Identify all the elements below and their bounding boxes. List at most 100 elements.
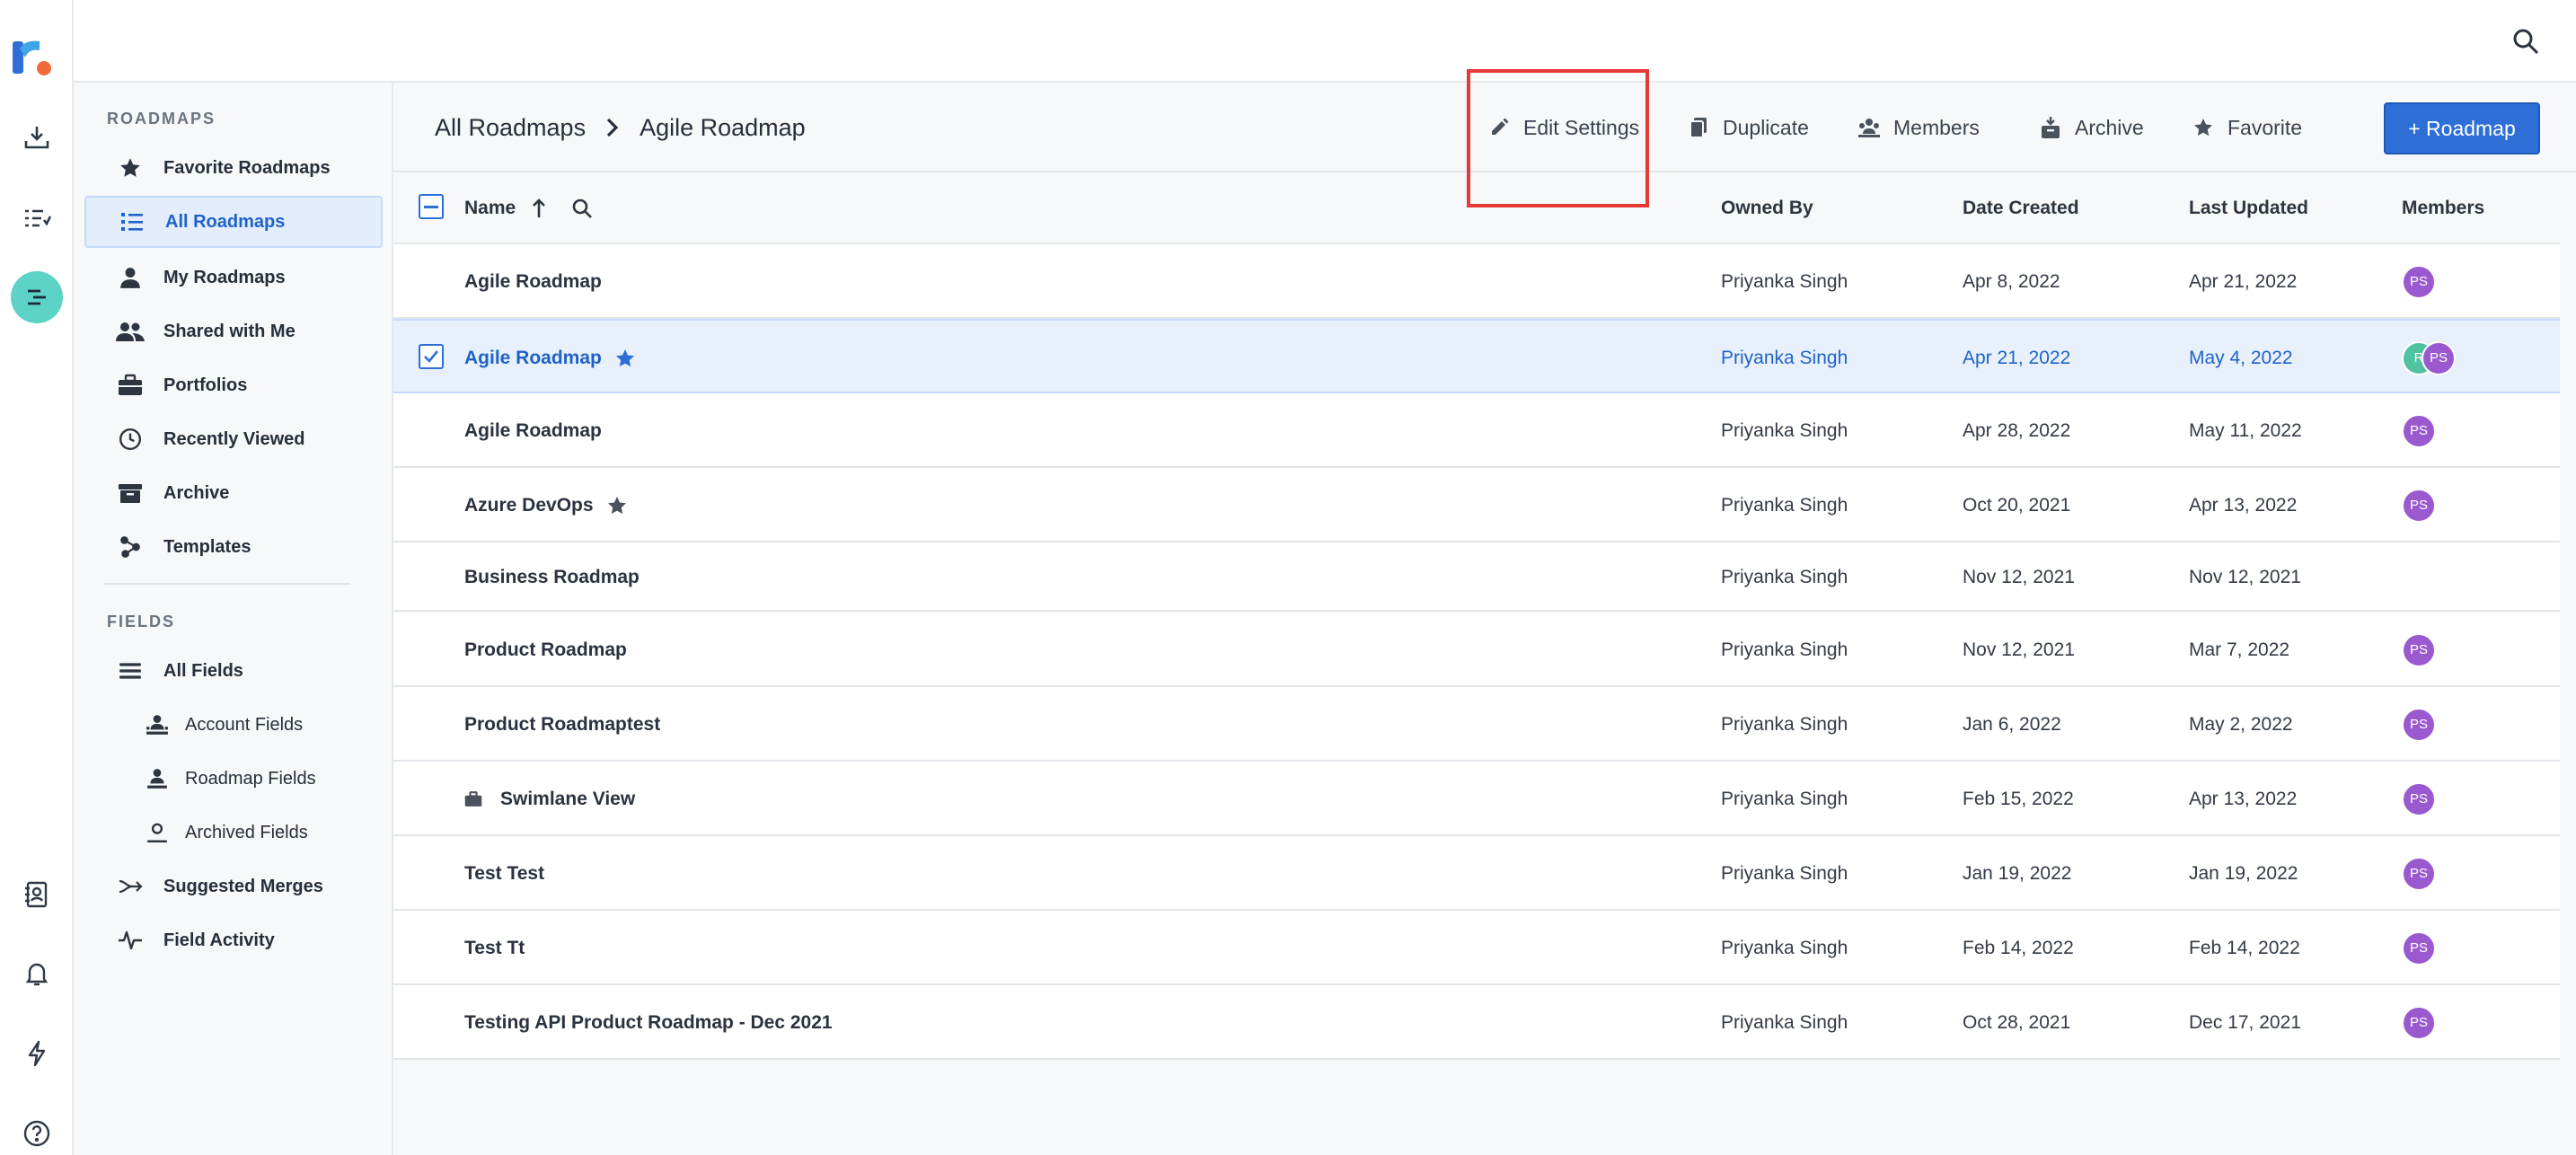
roadmap-name-link[interactable]: Testing API Product Roadmap - Dec 2021	[464, 1012, 833, 1034]
list-check-icon[interactable]	[11, 192, 63, 244]
template-nodes-icon	[115, 532, 146, 562]
favorite-button[interactable]: Favorite	[2192, 108, 2302, 147]
sidebar-item-suggested-merges[interactable]: Suggested Merges	[84, 860, 383, 913]
cell-owner: Priyanka Singh	[1721, 494, 1848, 516]
table-row[interactable]: Azure DevOps Priyanka Singh Oct 20, 2021 Ap…	[393, 468, 2560, 542]
lightning-icon[interactable]	[11, 1027, 63, 1080]
avatar[interactable]: PS	[2402, 856, 2436, 891]
download-icon[interactable]	[11, 111, 63, 163]
sidebar-item-field-activity[interactable]: Field Activity	[84, 914, 383, 966]
sidebar-item-roadmap-fields[interactable]: Roadmap Fields	[84, 753, 383, 805]
clock-icon	[115, 424, 146, 454]
cell-last-updated: Apr 13, 2022	[2189, 494, 2298, 516]
bell-icon[interactable]	[11, 948, 63, 1000]
sidebar-item-label: All Roadmaps	[165, 211, 286, 232]
cell-members: PS	[2402, 762, 2436, 836]
people-icon	[115, 316, 146, 347]
cell-date-created: Jan 6, 2022	[1963, 713, 2061, 735]
table-row[interactable]: Agile Roadmap Priyanka Singh Apr 8, 2022 Ap…	[393, 244, 2560, 319]
avatar[interactable]: PS	[2402, 413, 2436, 448]
column-header-owned-by[interactable]: Owned By	[1721, 172, 1813, 244]
cell-name: Product Roadmap	[464, 613, 627, 687]
archive-button[interactable]: Archive	[2039, 108, 2144, 147]
favorite-star-icon[interactable]	[614, 348, 636, 369]
roadmap-lines-icon[interactable]	[11, 271, 63, 323]
main-content: All Roadmaps Agile Roadmap Edit Settings…	[393, 69, 2576, 1155]
sidebar-item-all-fields[interactable]: All Fields	[84, 645, 383, 697]
sidebar-item-account-fields[interactable]: Account Fields	[84, 699, 383, 751]
favorite-label: Favorite	[2228, 115, 2303, 139]
sidebar-item-templates[interactable]: Templates	[84, 521, 383, 573]
table-row[interactable]: Agile Roadmap Priyanka Singh Apr 21, 2022 M…	[393, 319, 2560, 393]
fields-section-title: FIELDS	[107, 613, 176, 630]
column-header-name[interactable]: Name	[464, 172, 593, 244]
cell-owner: Priyanka Singh	[1721, 566, 1848, 587]
table-row[interactable]: Test Tt Priyanka Singh Feb 14, 2022 Feb 14,…	[393, 911, 2560, 985]
table-row[interactable]: Product Roadmaptest Priyanka Singh Jan 6, …	[393, 687, 2560, 762]
table-row[interactable]: Test Test Priyanka Singh Jan 19, 2022 Jan 1…	[393, 836, 2560, 911]
roadmap-name-link[interactable]: Test Tt	[464, 938, 525, 959]
table-row[interactable]: Product Roadmap Priyanka Singh Nov 12, 202…	[393, 613, 2560, 687]
table-row[interactable]: Agile Roadmap Priyanka Singh Apr 28, 2022 M…	[393, 393, 2560, 468]
roadmap-name-link[interactable]: Product Roadmap	[464, 639, 627, 661]
sidebar-item-label: Portfolios	[163, 375, 248, 395]
sidebar-item-recently-viewed[interactable]: Recently Viewed	[84, 413, 383, 465]
add-roadmap-button[interactable]: + Roadmap	[2384, 102, 2540, 154]
sidebar-item-my-roadmaps[interactable]: My Roadmaps	[84, 251, 383, 304]
table-row[interactable]: Business Roadmap Priyanka Singh Nov 12, 20…	[393, 542, 2560, 612]
sidebar-item-all-roadmaps[interactable]: All Roadmaps	[84, 196, 383, 248]
sidebar-item-label: Roadmap Fields	[185, 768, 316, 789]
roadmap-name-link[interactable]: Product Roadmaptest	[464, 714, 660, 736]
table-row[interactable]: Testing API Product Roadmap - Dec 2021 Pr…	[393, 985, 2560, 1060]
sidebar-item-portfolios[interactable]: Portfolios	[84, 359, 383, 411]
avatar[interactable]: PS	[2402, 632, 2436, 667]
sidebar-item-shared-with-me[interactable]: Shared with Me	[84, 305, 383, 357]
column-header-last-updated[interactable]: Last Updated	[2189, 172, 2308, 244]
sidebar: ROADMAPS Favorite Roadmaps All Roadmaps …	[74, 83, 393, 1155]
sort-ascending-icon[interactable]	[532, 198, 546, 219]
cell-last-updated: May 4, 2022	[2189, 347, 2293, 368]
sidebar-item-archived-fields[interactable]: Archived Fields	[84, 807, 383, 859]
archive-label: Archive	[2075, 115, 2144, 139]
avatar[interactable]: PS	[2402, 781, 2436, 816]
cell-name: Product Roadmaptest	[464, 687, 660, 762]
sidebar-item-label: Favorite Roadmaps	[163, 157, 331, 178]
search-icon[interactable]	[2508, 23, 2544, 59]
sidebar-item-favorite-roadmaps[interactable]: Favorite Roadmaps	[84, 142, 383, 194]
cell-date-created: Oct 28, 2021	[1963, 1011, 2071, 1033]
avatar[interactable]: PS	[2402, 488, 2436, 523]
roadmap-name-link[interactable]: Azure DevOps	[464, 495, 594, 516]
cell-members: PS	[2402, 836, 2436, 911]
row-checkbox[interactable]	[419, 344, 444, 369]
duplicate-button[interactable]: Duplicate	[1687, 108, 1809, 147]
cell-name: Agile Roadmap	[464, 321, 636, 395]
roadmap-name-link[interactable]: Agile Roadmap	[464, 348, 602, 369]
cell-owner: Priyanka Singh	[1721, 1011, 1848, 1033]
avatar[interactable]: PS	[2402, 1005, 2436, 1040]
contacts-book-icon[interactable]	[11, 868, 63, 921]
select-all-checkbox[interactable]	[419, 194, 444, 219]
favorite-star-icon[interactable]	[606, 495, 628, 516]
column-header-date-created[interactable]: Date Created	[1963, 172, 2079, 244]
roadmap-name-link[interactable]: Test Test	[464, 863, 544, 885]
table-row[interactable]: Swimlane View Priyanka Singh Feb 15, 2022 A…	[393, 762, 2560, 836]
roadmap-name-link[interactable]: Business Roadmap	[464, 567, 640, 588]
sidebar-item-archive[interactable]: Archive	[84, 467, 383, 519]
cell-date-created: Nov 12, 2021	[1963, 639, 2075, 660]
column-search-icon[interactable]	[571, 198, 593, 219]
members-group-icon	[1857, 116, 1881, 139]
help-icon[interactable]	[11, 1107, 63, 1155]
avatar[interactable]: PS	[2402, 707, 2436, 742]
sidebar-item-label: All Fields	[163, 660, 243, 681]
avatar[interactable]: PS	[2402, 264, 2436, 299]
cell-members: PS	[2402, 393, 2436, 468]
app-logo[interactable]	[13, 36, 52, 79]
members-button[interactable]: Members	[1857, 108, 1980, 147]
avatar[interactable]: PS	[2402, 930, 2436, 965]
column-name-label: Name	[464, 198, 516, 218]
roadmap-name-link[interactable]: Swimlane View	[500, 789, 635, 810]
roadmap-name-link[interactable]: Agile Roadmap	[464, 271, 602, 293]
roadmap-name-link[interactable]: Agile Roadmap	[464, 420, 602, 442]
avatar[interactable]: PS	[2422, 340, 2456, 375]
cell-last-updated: Jan 19, 2022	[2189, 862, 2298, 884]
